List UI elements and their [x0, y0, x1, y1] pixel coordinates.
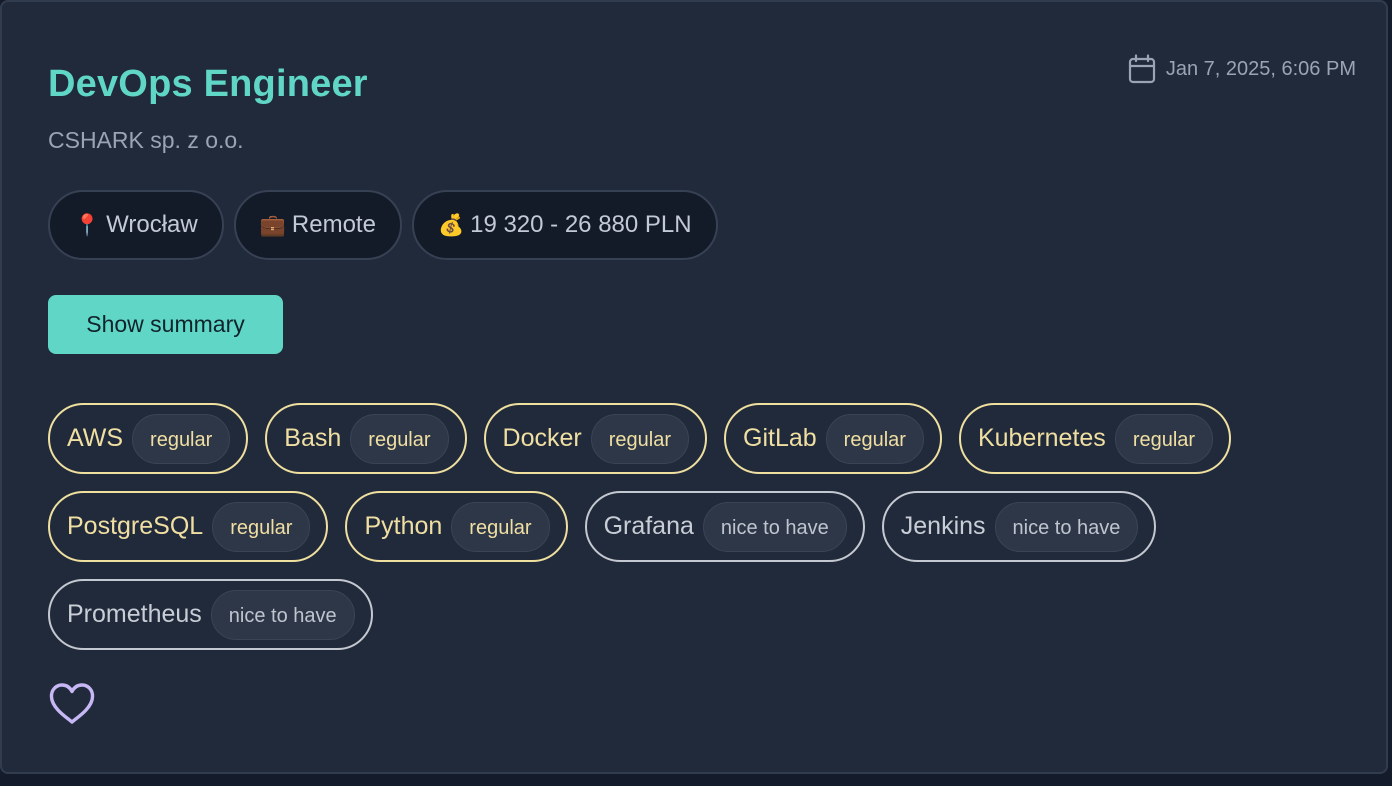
skill-tag[interactable]: GitLab regular [724, 403, 942, 474]
posted-date-text: Jan 7, 2025, 6:06 PM [1165, 57, 1356, 80]
heart-icon [48, 682, 96, 726]
skill-tag[interactable]: Kubernetes regular [958, 403, 1232, 474]
skill-name: Jenkins [900, 512, 986, 540]
location-text: Wrocław [106, 211, 198, 238]
skill-tag[interactable]: Grafana nice to have [584, 491, 865, 562]
skill-tag[interactable]: AWS regular [48, 403, 249, 474]
skills-list: AWS regular Bash regular Docker regular … [48, 403, 1348, 650]
skill-level-badge: nice to have [994, 501, 1139, 552]
skill-name: GitLab [743, 424, 817, 452]
favorite-button[interactable] [48, 682, 96, 728]
skill-name: Python [364, 512, 443, 540]
skill-tag[interactable]: Bash regular [265, 403, 467, 474]
skill-tag[interactable]: Prometheus nice to have [48, 579, 373, 650]
skill-tag[interactable]: Jenkins nice to have [881, 491, 1157, 562]
skill-level-badge: regular [451, 501, 550, 552]
work-mode-pill: 💼 Remote [233, 190, 402, 260]
skill-level-badge: regular [212, 501, 311, 552]
briefcase-icon: 💼 [259, 213, 286, 237]
skill-level-badge: regular [132, 413, 231, 464]
money-bag-icon: 💰 [437, 213, 465, 237]
work-mode-text: Remote [291, 211, 376, 238]
skill-name: Prometheus [67, 600, 202, 628]
skill-name: Bash [284, 424, 342, 452]
posted-date: Jan 7, 2025, 6:06 PM [1128, 54, 1356, 84]
skill-level-badge: regular [1114, 413, 1214, 464]
skill-name: Grafana [603, 512, 694, 540]
job-title[interactable]: DevOps Engineer [48, 62, 368, 106]
location-pill: 📍 Wrocław [48, 190, 224, 260]
skill-name: Kubernetes [977, 424, 1106, 452]
skill-level-badge: regular [825, 413, 924, 464]
skill-tag[interactable]: Python regular [345, 491, 568, 562]
salary-pill: 💰 19 320 - 26 880 PLN [411, 190, 718, 260]
skill-tag[interactable]: PostgreSQL regular [48, 491, 329, 562]
job-meta: 📍 Wrocław 💼 Remote 💰 19 320 - 26 880 PLN [48, 190, 718, 260]
skill-level-badge: regular [590, 413, 689, 464]
skill-level-badge: nice to have [702, 501, 847, 552]
skill-level-badge: nice to have [210, 589, 355, 640]
show-summary-button[interactable]: Show summary [48, 295, 283, 354]
calendar-icon [1128, 54, 1156, 84]
salary-text: 19 320 - 26 880 PLN [470, 211, 692, 238]
pin-icon: 📍 [74, 213, 101, 237]
skill-tag[interactable]: Docker regular [483, 403, 707, 474]
company-name: CSHARK sp. z o.o. [48, 127, 244, 153]
skill-name: AWS [67, 424, 124, 452]
skill-level-badge: regular [350, 413, 449, 464]
job-card: DevOps Engineer CSHARK sp. z o.o. Jan 7,… [0, 0, 1388, 774]
skill-name: Docker [502, 424, 582, 452]
skill-name: PostgreSQL [67, 512, 204, 540]
